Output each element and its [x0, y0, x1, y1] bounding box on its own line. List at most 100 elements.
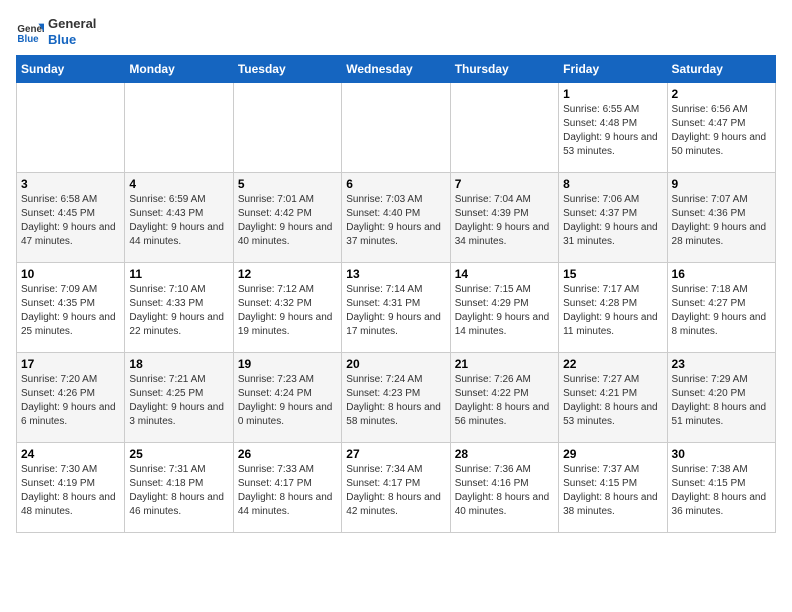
calendar-cell: 20Sunrise: 7:24 AM Sunset: 4:23 PM Dayli… — [342, 353, 450, 443]
calendar-cell: 7 Sunrise: 7:04 AM Sunset: 4:39 PM Daylig… — [450, 173, 558, 263]
calendar-cell: 5 Sunrise: 7:01 AM Sunset: 4:42 PM Daylig… — [233, 173, 341, 263]
calendar-cell: 6 Sunrise: 7:03 AM Sunset: 4:40 PM Daylig… — [342, 173, 450, 263]
calendar-cell — [450, 83, 558, 173]
day-number: 15 — [563, 267, 662, 281]
calendar-cell: 11Sunrise: 7:10 AM Sunset: 4:33 PM Dayli… — [125, 263, 233, 353]
calendar-cell: 3Sunrise: 6:58 AM Sunset: 4:45 PM Daylig… — [17, 173, 125, 263]
logo-blue: Blue — [48, 32, 96, 48]
day-header-monday: Monday — [125, 56, 233, 83]
page-header: General Blue General Blue — [16, 16, 776, 47]
day-info: Sunrise: 7:38 AM Sunset: 4:15 PM Dayligh… — [672, 463, 771, 519]
calendar-week-row: 10 Sunrise: 7:09 AM Sunset: 4:35 PM Dayli… — [17, 263, 776, 353]
day-number: 24 — [21, 447, 120, 461]
day-number: 22 — [563, 357, 662, 371]
day-info: Sunrise: 7:24 AM Sunset: 4:23 PM Dayligh… — [346, 373, 445, 429]
calendar-cell: 27Sunrise: 7:34 AM Sunset: 4:17 PM Dayli… — [342, 443, 450, 533]
calendar-week-row: 17 Sunrise: 7:20 AM Sunset: 4:26 PM Dayli… — [17, 353, 776, 443]
day-info: Sunrise: 7:07 AM Sunset: 4:36 PM Dayligh… — [672, 193, 771, 249]
day-info: Sunrise: 6:55 AM Sunset: 4:48 PM Dayligh… — [563, 103, 662, 159]
calendar-cell: 24 Sunrise: 7:30 AM Sunset: 4:19 PM Dayli… — [17, 443, 125, 533]
calendar-week-row: 24 Sunrise: 7:30 AM Sunset: 4:19 PM Dayli… — [17, 443, 776, 533]
day-info: Sunrise: 7:06 AM Sunset: 4:37 PM Dayligh… — [563, 193, 662, 249]
day-info: Sunrise: 6:59 AM Sunset: 4:43 PM Dayligh… — [129, 193, 228, 249]
calendar-cell: 2 Sunrise: 6:56 AM Sunset: 4:47 PM Daylig… — [667, 83, 775, 173]
calendar-cell: 1 Sunrise: 6:55 AM Sunset: 4:48 PM Daylig… — [559, 83, 667, 173]
day-info: Sunrise: 7:30 AM Sunset: 4:19 PM Dayligh… — [21, 463, 120, 519]
day-info: Sunrise: 7:21 AM Sunset: 4:25 PM Dayligh… — [129, 373, 228, 429]
day-info: Sunrise: 7:31 AM Sunset: 4:18 PM Dayligh… — [129, 463, 228, 519]
calendar-cell — [17, 83, 125, 173]
calendar-cell: 29 Sunrise: 7:37 AM Sunset: 4:15 PM Dayli… — [559, 443, 667, 533]
day-info: Sunrise: 7:33 AM Sunset: 4:17 PM Dayligh… — [238, 463, 337, 519]
calendar-header-row: SundayMondayTuesdayWednesdayThursdayFrid… — [17, 56, 776, 83]
calendar-cell: 10 Sunrise: 7:09 AM Sunset: 4:35 PM Dayli… — [17, 263, 125, 353]
calendar-cell: 15 Sunrise: 7:17 AM Sunset: 4:28 PM Dayli… — [559, 263, 667, 353]
calendar-cell: 19 Sunrise: 7:23 AM Sunset: 4:24 PM Dayli… — [233, 353, 341, 443]
day-number: 7 — [455, 177, 554, 191]
svg-text:Blue: Blue — [17, 33, 39, 44]
calendar-cell: 25 Sunrise: 7:31 AM Sunset: 4:18 PM Dayli… — [125, 443, 233, 533]
day-number: 25 — [129, 447, 228, 461]
day-number: 26 — [238, 447, 337, 461]
calendar-week-row: 1 Sunrise: 6:55 AM Sunset: 4:48 PM Daylig… — [17, 83, 776, 173]
day-info: Sunrise: 7:20 AM Sunset: 4:26 PM Dayligh… — [21, 373, 120, 429]
day-number: 6 — [346, 177, 445, 191]
day-info: Sunrise: 7:09 AM Sunset: 4:35 PM Dayligh… — [21, 283, 120, 339]
calendar-cell: 26 Sunrise: 7:33 AM Sunset: 4:17 PM Dayli… — [233, 443, 341, 533]
day-number: 16 — [672, 267, 771, 281]
calendar-cell: 13 Sunrise: 7:14 AM Sunset: 4:31 PM Dayli… — [342, 263, 450, 353]
day-number: 28 — [455, 447, 554, 461]
day-info: Sunrise: 7:37 AM Sunset: 4:15 PM Dayligh… — [563, 463, 662, 519]
logo: General Blue General Blue — [16, 16, 96, 47]
day-number: 14 — [455, 267, 554, 281]
day-header-friday: Friday — [559, 56, 667, 83]
day-info: Sunrise: 7:10 AM Sunset: 4:33 PM Dayligh… — [129, 283, 228, 339]
day-info: Sunrise: 7:26 AM Sunset: 4:22 PM Dayligh… — [455, 373, 554, 429]
calendar-cell — [233, 83, 341, 173]
day-info: Sunrise: 7:14 AM Sunset: 4:31 PM Dayligh… — [346, 283, 445, 339]
day-number: 4 — [129, 177, 228, 191]
day-info: Sunrise: 7:15 AM Sunset: 4:29 PM Dayligh… — [455, 283, 554, 339]
calendar-table: SundayMondayTuesdayWednesdayThursdayFrid… — [16, 55, 776, 533]
day-info: Sunrise: 6:56 AM Sunset: 4:47 PM Dayligh… — [672, 103, 771, 159]
calendar-cell: 30 Sunrise: 7:38 AM Sunset: 4:15 PM Dayli… — [667, 443, 775, 533]
calendar-cell: 14 Sunrise: 7:15 AM Sunset: 4:29 PM Dayli… — [450, 263, 558, 353]
day-info: Sunrise: 7:01 AM Sunset: 4:42 PM Dayligh… — [238, 193, 337, 249]
logo-general: General — [48, 16, 96, 32]
day-number: 29 — [563, 447, 662, 461]
day-info: Sunrise: 7:27 AM Sunset: 4:21 PM Dayligh… — [563, 373, 662, 429]
logo-icon: General Blue — [16, 18, 44, 46]
day-number: 30 — [672, 447, 771, 461]
day-number: 13 — [346, 267, 445, 281]
day-number: 2 — [672, 87, 771, 101]
calendar-cell: 23 Sunrise: 7:29 AM Sunset: 4:20 PM Dayli… — [667, 353, 775, 443]
day-number: 18 — [129, 357, 228, 371]
day-number: 23 — [672, 357, 771, 371]
day-number: 1 — [563, 87, 662, 101]
calendar-cell — [342, 83, 450, 173]
day-info: Sunrise: 7:04 AM Sunset: 4:39 PM Dayligh… — [455, 193, 554, 249]
day-number: 10 — [21, 267, 120, 281]
day-info: Sunrise: 7:29 AM Sunset: 4:20 PM Dayligh… — [672, 373, 771, 429]
day-number: 17 — [21, 357, 120, 371]
day-number: 5 — [238, 177, 337, 191]
day-info: Sunrise: 7:23 AM Sunset: 4:24 PM Dayligh… — [238, 373, 337, 429]
calendar-cell: 8Sunrise: 7:06 AM Sunset: 4:37 PM Daylig… — [559, 173, 667, 263]
calendar-cell: 28Sunrise: 7:36 AM Sunset: 4:16 PM Dayli… — [450, 443, 558, 533]
day-info: Sunrise: 7:17 AM Sunset: 4:28 PM Dayligh… — [563, 283, 662, 339]
calendar-cell: 18 Sunrise: 7:21 AM Sunset: 4:25 PM Dayli… — [125, 353, 233, 443]
calendar-cell: 9 Sunrise: 7:07 AM Sunset: 4:36 PM Daylig… — [667, 173, 775, 263]
calendar-week-row: 3Sunrise: 6:58 AM Sunset: 4:45 PM Daylig… — [17, 173, 776, 263]
day-number: 19 — [238, 357, 337, 371]
day-info: Sunrise: 7:03 AM Sunset: 4:40 PM Dayligh… — [346, 193, 445, 249]
calendar-cell — [125, 83, 233, 173]
day-info: Sunrise: 7:12 AM Sunset: 4:32 PM Dayligh… — [238, 283, 337, 339]
day-info: Sunrise: 6:58 AM Sunset: 4:45 PM Dayligh… — [21, 193, 120, 249]
day-number: 9 — [672, 177, 771, 191]
day-header-wednesday: Wednesday — [342, 56, 450, 83]
day-info: Sunrise: 7:18 AM Sunset: 4:27 PM Dayligh… — [672, 283, 771, 339]
calendar-cell: 22 Sunrise: 7:27 AM Sunset: 4:21 PM Dayli… — [559, 353, 667, 443]
day-number: 27 — [346, 447, 445, 461]
calendar-cell: 21Sunrise: 7:26 AM Sunset: 4:22 PM Dayli… — [450, 353, 558, 443]
day-header-tuesday: Tuesday — [233, 56, 341, 83]
